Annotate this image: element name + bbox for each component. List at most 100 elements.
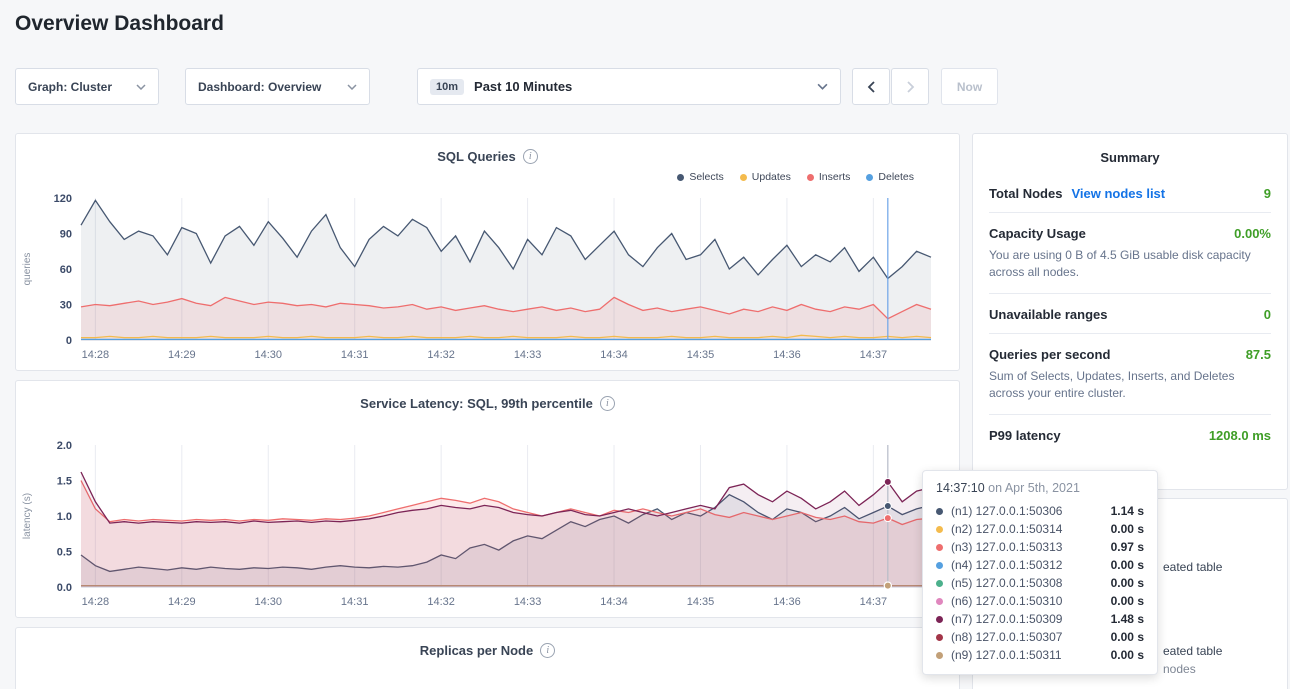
unavailable-ranges-value: 0 [1264,307,1271,322]
svg-text:14:35: 14:35 [687,596,715,608]
svg-text:14:33: 14:33 [514,596,542,608]
queries-per-second-label: Queries per second [989,347,1110,362]
svg-text:14:33: 14:33 [514,349,542,361]
tooltip-node-value: 0.97 s [1111,540,1144,554]
tooltip-node-value: 0.00 s [1111,648,1144,662]
svg-text:14:35: 14:35 [687,349,715,361]
toolbar: Graph: Cluster Dashboard: Overview 10m P… [15,68,1275,106]
dashboard-dropdown[interactable]: Dashboard: Overview [185,68,370,105]
total-nodes-value: 9 [1264,186,1271,201]
summary-row-p99-latency: P99 latency 1208.0 ms [989,414,1271,454]
legend-item-inserts[interactable]: Inserts [807,171,851,183]
summary-title: Summary [973,134,1287,173]
tooltip-node-label: (n2) 127.0.0.1:50314 [951,522,1062,536]
tooltip-node-label: (n8) 127.0.0.1:50307 [951,630,1062,644]
svg-text:14:36: 14:36 [773,596,801,608]
svg-text:14:28: 14:28 [82,596,110,608]
event-item-fragment: eated table [1163,560,1222,574]
legend-label: Updates [752,171,791,183]
tooltip-row: (n2) 127.0.0.1:50314 0.00 s [936,520,1144,538]
svg-text:latency (s): latency (s) [22,493,33,539]
tooltip-row: (n7) 127.0.0.1:503091.48 s [936,610,1144,628]
svg-text:14:29: 14:29 [168,596,196,608]
summary-row-capacity-usage: Capacity Usage 0.00% You are using 0 B o… [989,212,1271,293]
legend-item-updates[interactable]: Updates [740,171,791,183]
event-item-fragment: eated table [1163,644,1222,658]
info-icon[interactable]: i [523,149,538,164]
tooltip-node-value: 1.14 s [1111,504,1144,518]
legend-item-deletes[interactable]: Deletes [866,171,914,183]
service-latency-title: Service Latency: SQL, 99th percentile [360,396,593,411]
svg-text:14:34: 14:34 [600,349,628,361]
svg-text:90: 90 [60,229,72,241]
svg-text:1.0: 1.0 [57,511,72,523]
sql-queries-svg[interactable]: 14:2814:2914:3014:3114:3214:3314:3414:35… [16,190,951,370]
tooltip-time: 14:37:10 [936,481,985,495]
chevron-left-icon [867,80,876,94]
replicas-per-node-title: Replicas per Node [420,643,533,658]
time-forward-button[interactable] [891,68,929,105]
total-nodes-label: Total Nodes [989,186,1062,201]
tooltip-row: (n3) 127.0.0.1:503130.97 s [936,538,1144,556]
now-button[interactable]: Now [941,68,998,105]
view-nodes-list-link[interactable]: View nodes list [1071,186,1165,201]
tooltip-date: on Apr 5th, 2021 [988,481,1080,495]
sql-queries-chart[interactable]: 14:2814:2914:3014:3114:3214:3314:3414:35… [16,190,959,375]
chevron-down-icon [347,84,357,90]
capacity-usage-label: Capacity Usage [989,226,1086,241]
graph-dropdown[interactable]: Graph: Cluster [15,68,159,105]
tooltip-node-value: 0.00 s [1111,522,1144,536]
queries-per-second-value: 87.5 [1246,347,1271,362]
node-color-dot [936,562,943,569]
tooltip-node-label: (n4) 127.0.0.1:50312 [951,558,1062,572]
tooltip-node-label: (n5) 127.0.0.1:50308 [951,576,1062,590]
chart-tooltip: 14:37:10 on Apr 5th, 2021 (n1) 127.0.0.1… [922,470,1158,675]
svg-text:14:32: 14:32 [427,596,455,608]
svg-text:14:30: 14:30 [254,349,282,361]
sql-queries-title: SQL Queries [437,149,516,164]
page-title: Overview Dashboard [15,12,224,36]
legend-color-dot [677,174,684,181]
svg-text:14:28: 14:28 [82,349,110,361]
svg-text:14:29: 14:29 [168,349,196,361]
legend-item-selects[interactable]: Selects [677,171,723,183]
svg-text:0: 0 [66,335,72,347]
tooltip-row: (n9) 127.0.0.1:503110.00 s [936,646,1144,664]
summary-panel: Summary Total Nodes View nodes list 9 Ca… [972,133,1288,490]
legend-color-dot [866,174,873,181]
tooltip-rows: (n1) 127.0.0.1:503061.14 s(n2) 127.0.0.1… [936,502,1144,664]
info-icon[interactable]: i [600,396,615,411]
replicas-per-node-card: Replicas per Node i [15,627,960,689]
capacity-usage-value: 0.00% [1234,226,1271,241]
svg-text:14:34: 14:34 [600,596,628,608]
svg-text:0.0: 0.0 [57,582,72,594]
node-color-dot [936,508,943,515]
time-range-badge: 10m [430,79,464,95]
chevron-down-icon [136,84,146,90]
svg-text:14:31: 14:31 [341,596,369,608]
legend-label: Selects [689,171,723,183]
node-color-dot [936,616,943,623]
tooltip-header: 14:37:10 on Apr 5th, 2021 [936,481,1144,495]
svg-text:2.0: 2.0 [57,440,72,452]
node-color-dot [936,634,943,641]
tooltip-node-label: (n6) 127.0.0.1:50310 [951,594,1062,608]
svg-text:14:32: 14:32 [427,349,455,361]
svg-text:1.5: 1.5 [57,476,72,488]
legend-color-dot [740,174,747,181]
time-range-picker[interactable]: 10m Past 10 Minutes [417,68,841,105]
summary-row-total-nodes: Total Nodes View nodes list 9 [989,173,1271,212]
time-back-button[interactable] [852,68,890,105]
svg-text:14:37: 14:37 [860,349,888,361]
service-latency-chart[interactable]: 14:2814:2914:3014:3114:3214:3314:3414:35… [16,437,959,622]
tooltip-node-value: 0.00 s [1111,576,1144,590]
sql-queries-legend: Selects Updates Inserts Deletes [16,164,959,190]
tooltip-node-value: 0.00 s [1111,594,1144,608]
info-icon[interactable]: i [540,643,555,658]
svg-text:14:36: 14:36 [773,349,801,361]
node-color-dot [936,652,943,659]
chevron-down-icon [817,83,828,90]
service-latency-svg[interactable]: 14:2814:2914:3014:3114:3214:3314:3414:35… [16,437,951,617]
svg-text:queries: queries [22,253,33,286]
tooltip-row: (n5) 127.0.0.1:50308 0.00 s [936,574,1144,592]
